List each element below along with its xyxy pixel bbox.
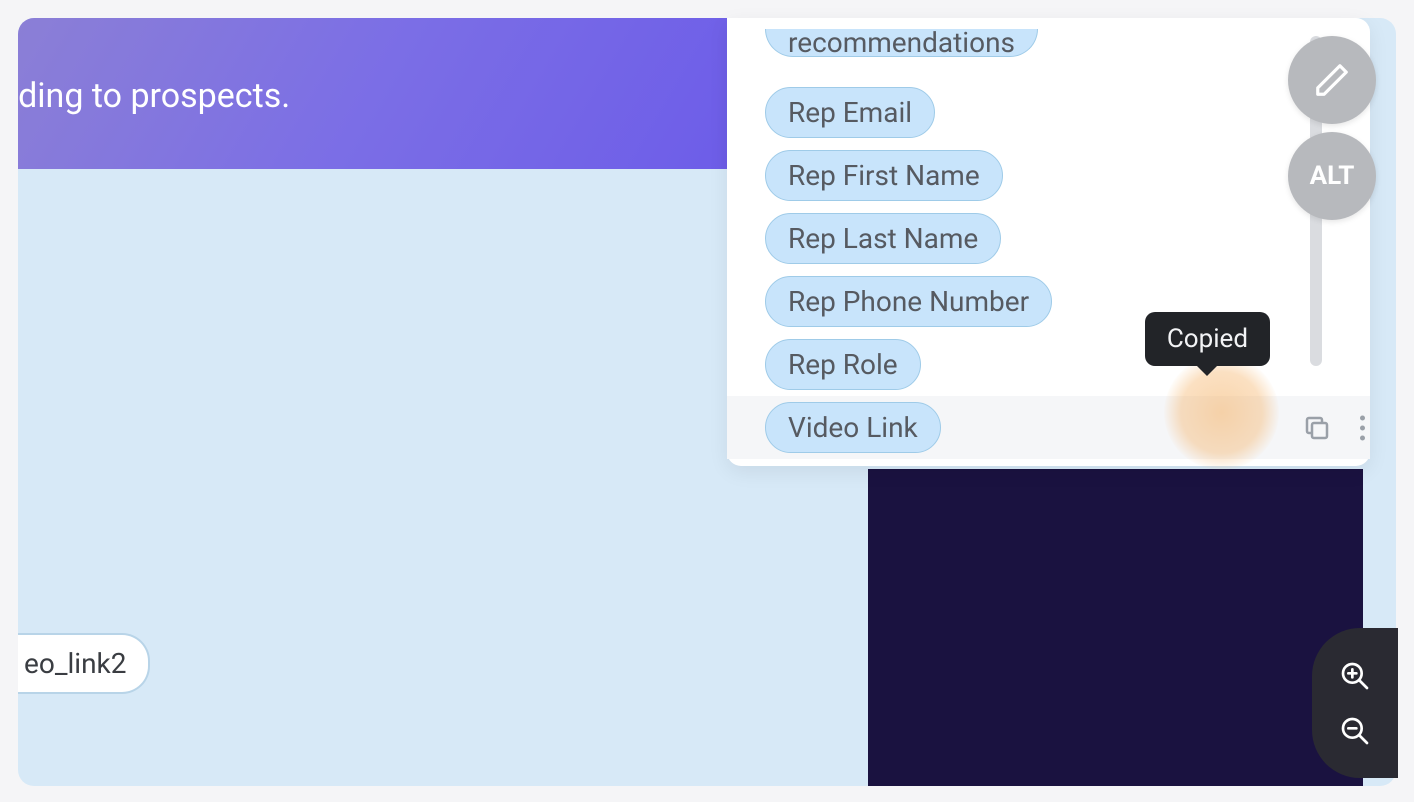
zoom-in-button[interactable] xyxy=(1335,656,1375,696)
copy-icon xyxy=(1302,413,1332,443)
variable-chip-rep-email[interactable]: Rep Email xyxy=(765,87,935,138)
copied-tooltip: Copied xyxy=(1145,312,1270,366)
list-item[interactable]: recommendations xyxy=(765,18,1300,81)
zoom-in-icon xyxy=(1339,660,1371,692)
banner-text: oposals you're sending to prospects. xyxy=(18,76,290,116)
list-item[interactable]: Rep Email xyxy=(765,81,1300,144)
more-vertical-icon xyxy=(1360,415,1365,420)
zoom-out-button[interactable] xyxy=(1335,711,1375,751)
dark-background-panel xyxy=(868,469,1363,786)
list-item[interactable]: Rep First Name xyxy=(765,144,1300,207)
zoom-out-icon xyxy=(1339,715,1371,747)
variable-chip-recommendations[interactable]: recommendations xyxy=(765,29,1038,57)
zoom-controls xyxy=(1312,628,1398,778)
variable-chip-video-link[interactable]: Video Link xyxy=(765,402,941,453)
alt-button[interactable]: ALT xyxy=(1288,132,1376,220)
alt-label: ALT xyxy=(1310,161,1355,191)
variable-chip-rep-last-name[interactable]: Rep Last Name xyxy=(765,213,1001,264)
variable-chip-rep-phone-number[interactable]: Rep Phone Number xyxy=(765,276,1052,327)
more-options-button[interactable] xyxy=(1360,415,1365,440)
list-item-selected[interactable]: Video Link xyxy=(727,396,1370,459)
canvas-variable-label: eo_link2 xyxy=(24,647,126,680)
banner: oposals you're sending to prospects. xyxy=(18,18,730,169)
variable-chip-list[interactable]: recommendations Rep Email Rep First Name… xyxy=(765,18,1300,430)
tooltip-label: Copied xyxy=(1167,324,1248,354)
variable-chip-rep-first-name[interactable]: Rep First Name xyxy=(765,150,1003,201)
list-item[interactable]: Rep Last Name xyxy=(765,207,1300,270)
pencil-icon xyxy=(1313,61,1351,99)
variable-chip-rep-role[interactable]: Rep Role xyxy=(765,339,921,390)
copy-button[interactable] xyxy=(1302,413,1332,443)
canvas-variable-tag[interactable]: eo_link2 xyxy=(18,633,150,694)
variables-panel: recommendations Rep Email Rep First Name… xyxy=(727,18,1370,466)
edit-button[interactable] xyxy=(1288,36,1376,124)
